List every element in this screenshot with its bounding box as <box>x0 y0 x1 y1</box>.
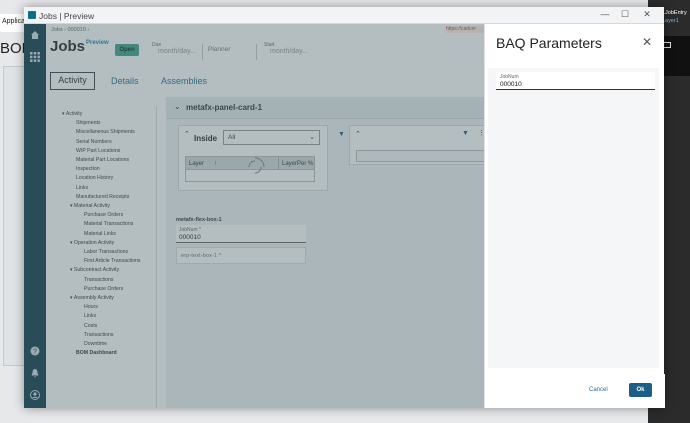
baq-title: BAQ Parameters <box>496 35 602 51</box>
minimize-button[interactable]: — <box>596 9 614 19</box>
close-window-button[interactable]: ✕ <box>638 9 656 20</box>
background-right-text1: LJobEntry <box>662 10 687 16</box>
baq-jobnum-label: JobNum <box>500 74 519 80</box>
ok-button[interactable]: Ok <box>629 383 652 397</box>
title-bar: Jobs | Preview — ☐ ✕ <box>24 7 664 24</box>
app-icon <box>28 11 36 19</box>
jobs-window: Jobs | Preview — ☐ ✕ ? Jobs › 000010 › h… <box>24 7 665 408</box>
baq-form: JobNum 000010 <box>488 68 659 368</box>
baq-footer: Cancel Ok <box>485 374 665 408</box>
modal-overlay <box>24 24 484 408</box>
baq-jobnum-field[interactable]: JobNum 000010 <box>496 72 655 90</box>
cancel-button[interactable]: Cancel <box>589 387 608 393</box>
baq-jobnum-value: 000010 <box>500 81 522 88</box>
background-right-text2: Layer1 <box>662 18 679 24</box>
maximize-button[interactable]: ☐ <box>616 9 634 20</box>
baq-parameters-panel: BAQ Parameters ✕ JobNum 000010 Cancel Ok <box>484 24 665 408</box>
close-icon[interactable]: ✕ <box>642 35 652 49</box>
window-title: Jobs | Preview <box>39 11 95 21</box>
